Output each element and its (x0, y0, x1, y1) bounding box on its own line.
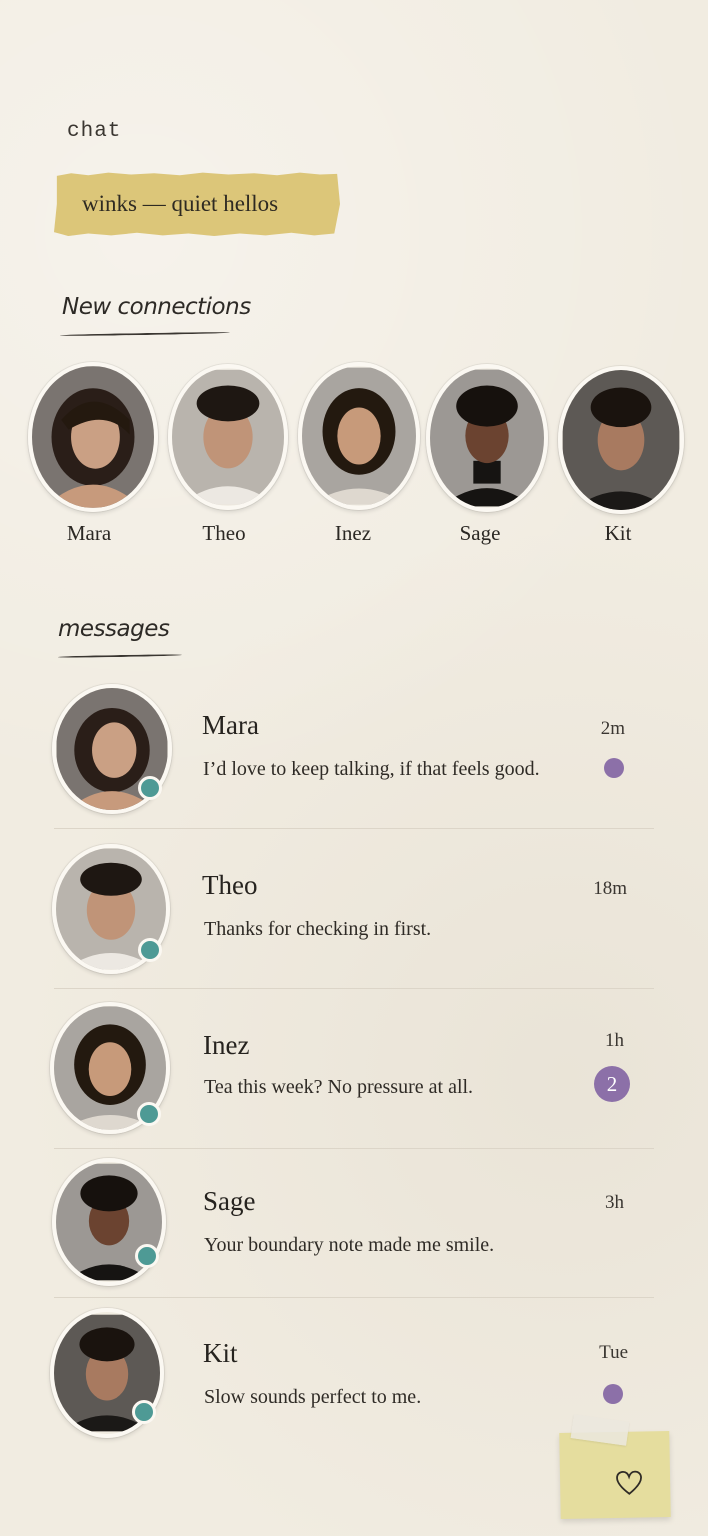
avatar-photo (430, 369, 544, 507)
message-time: 3h (605, 1192, 624, 1213)
conversation-row-theo[interactable]: Theo Thanks for checking in first. 18m (50, 842, 654, 982)
app-title: chat (67, 120, 122, 143)
heading-underline (59, 331, 231, 337)
contact-name: Mara (202, 710, 259, 740)
connection-name-sage: Sage (459, 521, 501, 545)
contact-name: Kit (203, 1338, 238, 1368)
online-indicator (137, 1102, 161, 1126)
heart-icon (616, 1470, 642, 1495)
avatar-photo (302, 367, 416, 505)
conversation-row-mara[interactable]: Mara I’d love to keep talking, if that f… (50, 682, 654, 822)
online-indicator (138, 938, 162, 962)
avatar-photo (172, 369, 284, 505)
unread-dot (603, 1384, 623, 1404)
online-indicator (132, 1400, 156, 1424)
winks-label: winks — quiet hellos (82, 191, 279, 216)
conversation-row-sage[interactable]: Sage Your boundary note made me smile. 3… (50, 1156, 654, 1292)
divider (54, 1297, 654, 1298)
connection-name-inez: Inez (334, 521, 372, 545)
contact-name: Sage (203, 1186, 256, 1216)
connection-name-kit: Kit (604, 521, 632, 545)
connection-name-theo: Theo (202, 521, 246, 545)
conversation-row-inez[interactable]: Inez Tea this week? No pressure at all. … (50, 1002, 654, 1142)
divider (54, 988, 654, 989)
message-time: Tue (599, 1342, 628, 1363)
message-preview: Your boundary note made me smile. (204, 1234, 495, 1256)
connection-avatar-sage[interactable] (426, 364, 548, 512)
message-time: 2m (600, 718, 625, 739)
messages-underline (57, 653, 183, 659)
online-indicator (135, 1244, 159, 1268)
conversation-row-kit[interactable]: Kit Slow sounds perfect to me. Tue (50, 1306, 654, 1442)
divider (54, 1148, 654, 1149)
message-preview: Tea this week? No pressure at all. (204, 1076, 474, 1098)
message-preview: Slow sounds perfect to me. (204, 1386, 422, 1408)
online-indicator (138, 776, 162, 800)
message-preview: I’d love to keep talking, if that feels … (203, 758, 540, 780)
connection-avatar-mara[interactable] (28, 362, 158, 512)
messages-heading: messages (58, 616, 170, 642)
connection-avatar-kit[interactable] (558, 366, 684, 514)
contact-name: Theo (202, 870, 258, 900)
divider (54, 828, 654, 829)
message-time: 18m (593, 878, 627, 899)
unread-count-badge: 2 (594, 1066, 630, 1102)
message-preview: Thanks for checking in first. (204, 918, 432, 940)
contact-name: Inez (203, 1030, 250, 1060)
new-connections-heading: New connections (62, 294, 251, 320)
connection-avatar-inez[interactable] (298, 362, 420, 510)
connection-avatar-theo[interactable] (168, 364, 288, 510)
winks-tape-button[interactable]: winks — quiet hellos (54, 172, 340, 236)
avatar-photo (562, 370, 680, 510)
connection-name-mara: Mara (66, 521, 112, 545)
unread-dot (604, 758, 624, 778)
message-time: 1h (605, 1030, 624, 1051)
avatar-photo (32, 366, 154, 508)
